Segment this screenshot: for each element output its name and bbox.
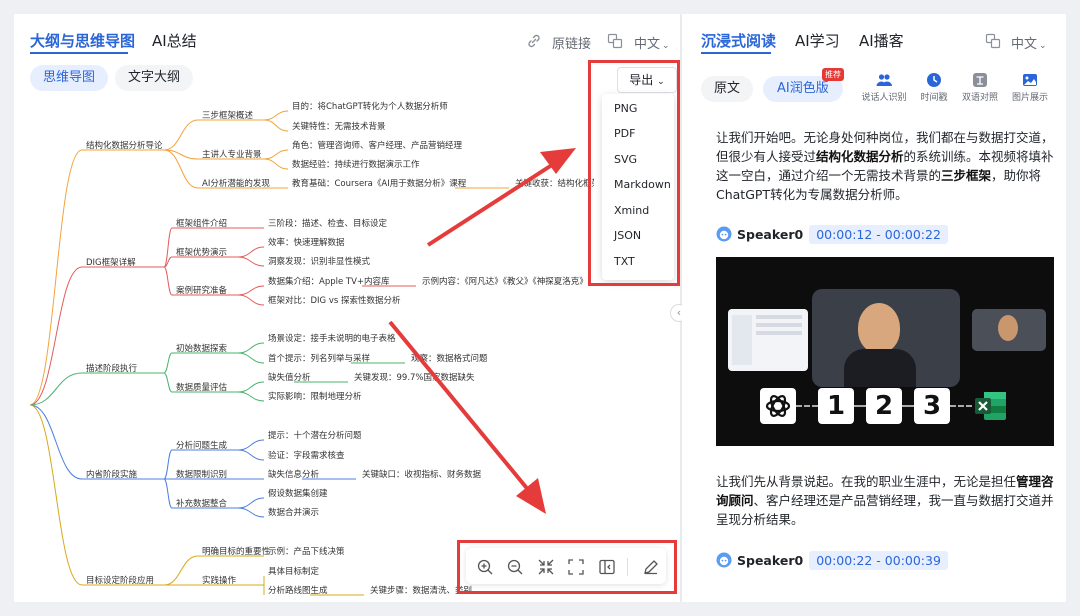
presenter-face [858, 303, 900, 353]
para-highlight: 结构化数据分析 [816, 149, 904, 164]
chevron-left-icon: ‹ [676, 306, 682, 319]
chatgpt-logo [760, 388, 796, 424]
presenter-body [844, 349, 916, 387]
thumbnail-row [756, 323, 802, 327]
connector [854, 405, 866, 407]
tab-ai-learning[interactable]: AI学习 [795, 30, 840, 51]
speaker-name: Speaker0 [737, 552, 804, 568]
excel-logo [972, 388, 1008, 424]
chatgpt-icon [765, 395, 791, 417]
connector [950, 405, 972, 407]
connector [796, 405, 818, 407]
clock-icon [927, 73, 941, 87]
excel-icon [975, 392, 1006, 420]
tool-label: 时间戳 [920, 93, 948, 103]
tab-immersive-reading[interactable]: 沉浸式阅读 [701, 30, 776, 51]
speaker-avatar-icon [716, 552, 732, 568]
language-label: 中文 [1011, 37, 1038, 52]
mode-original[interactable]: 原文 [701, 76, 754, 102]
thumbnail-row [756, 315, 802, 319]
thumbnail-row [756, 331, 802, 335]
speaker-avatar-icon [716, 226, 732, 242]
transcript-paragraph: 让我们先从背景说起。在我的职业生涯中，无论是担任管理咨询顾问、客户经理还是产品营… [716, 472, 1054, 529]
translate-icon[interactable] [985, 33, 1001, 49]
timestamp-badge[interactable]: 00:00:12 - 00:00:22 [809, 224, 948, 244]
arrow-to-toolbar [388, 320, 546, 514]
image-icon [1023, 74, 1037, 86]
spreadsheet-thumbnail [728, 309, 808, 371]
active-tab-underline [701, 52, 771, 54]
para-text: 让我们先从背景说起。在我的职业生涯中，无论是担任 [716, 474, 1017, 489]
connector [902, 405, 914, 407]
step-number: 1 [818, 388, 854, 424]
para-text: 、客户经理还是产品营销经理，我一直与数据打交道并呈现分析结果。 [716, 493, 1054, 527]
side-face [998, 315, 1018, 341]
speaker-name: Speaker0 [737, 226, 804, 242]
people-icon [876, 74, 892, 86]
speaker-row[interactable]: Speaker0 00:00:12 - 00:00:22 [716, 224, 948, 244]
arrow-to-export [426, 148, 576, 247]
speaker-row[interactable]: Speaker0 00:00:22 - 00:00:39 [716, 550, 948, 570]
language-select[interactable]: 中文 ⌄ [1011, 33, 1047, 52]
thumbnail-sidebar [732, 315, 752, 365]
tab-ai-podcast[interactable]: AI播客 [859, 30, 904, 51]
recommend-badge: 推荐 [822, 68, 844, 81]
transcript-paragraph: 让我们开始吧。无论身处何种岗位，我们都在与数据打交道，但很少有人接受过结构化数据… [716, 128, 1054, 204]
step-number: 3 [914, 388, 950, 424]
tool-label: 双语对照 [961, 93, 998, 103]
chevron-down-icon: ⌄ [1039, 41, 1047, 51]
tool-label: 图片展示 [1011, 93, 1048, 103]
video-frame[interactable]: 1 2 3 [716, 257, 1054, 446]
timestamp-badge[interactable]: 00:00:22 - 00:00:39 [809, 550, 948, 570]
side-frame [972, 309, 1046, 351]
para-highlight: 三步框架 [941, 168, 992, 183]
tool-label: 说话人识别 [861, 93, 907, 103]
presenter-frame [812, 289, 960, 387]
step-number: 2 [866, 388, 902, 424]
tool-image-display[interactable]: 图片展示 [1000, 72, 1060, 103]
bilingual-icon [973, 73, 987, 87]
